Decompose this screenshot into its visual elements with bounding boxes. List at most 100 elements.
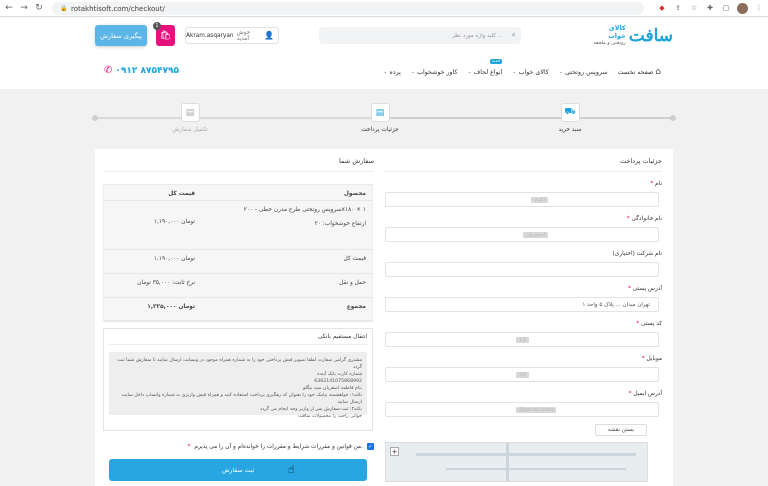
username: Akram.asqaryan bbox=[186, 32, 234, 39]
back-icon[interactable]: ← bbox=[3, 2, 15, 14]
menu-kebab-icon[interactable]: ⋮ bbox=[754, 3, 764, 13]
search-placeholder: کلید واژه مورد نظر ... bbox=[452, 32, 503, 39]
first-name-field[interactable]: اکرم bbox=[385, 192, 659, 207]
menu-item-sleep-goods[interactable]: ⌄ کالای خواب bbox=[512, 67, 548, 77]
menu-item-mattress-cover[interactable]: ⌄ کاور خوشخواب bbox=[411, 67, 458, 77]
column-header: محصول bbox=[343, 191, 366, 197]
step-cart[interactable]: ⛟ سبد خرید bbox=[540, 103, 600, 133]
company-label: نام شرکت (اختیاری) bbox=[612, 251, 662, 257]
logo-mark: سافت bbox=[628, 26, 673, 46]
required-marker: * bbox=[187, 443, 191, 450]
table-row: ۱,۱۹۰,۰۰۰ تومان قیمت کل bbox=[104, 250, 372, 274]
step-label: سبد خرید bbox=[558, 127, 582, 133]
address-bar[interactable]: 🔒 rotakhtisoft.com/checkout/ bbox=[52, 2, 644, 15]
product-price: ۱,۱۹۰,۰۰۰ تومان bbox=[153, 219, 195, 225]
field-value: 35 bbox=[516, 371, 529, 378]
site-header: پیگیری سفارش 🛍 1 Akram.asqaryan خوش آمدی… bbox=[0, 17, 768, 89]
zoom-in-button[interactable]: + bbox=[390, 447, 399, 456]
site-logo[interactable]: کالای خواب روتختی و ملحفه سافت bbox=[591, 24, 673, 47]
billing-details: جزئیات پرداخت * نام اکرم * نام خانوادگی … bbox=[385, 157, 662, 482]
shipping-value: نرخ ثابت: ۳۵,۰۰۰ تومان bbox=[137, 280, 195, 286]
field-value: 13 bbox=[516, 336, 529, 343]
profile-avatar[interactable] bbox=[737, 3, 748, 14]
bank-text: نکته۲: ثبت سفارش پس از واریز وجه انجام م… bbox=[260, 407, 362, 412]
user-account-box[interactable]: Akram.asqaryan خوش آمدید 👤 bbox=[185, 27, 279, 44]
last-name-label: * نام خانوادگی bbox=[626, 216, 662, 222]
checkout-panel: سفارش شما قیمت کل محصول ۱,۱۹۰,۰۰۰ تومان … bbox=[95, 149, 673, 486]
billing-title: جزئیات پرداخت bbox=[385, 157, 662, 172]
menu-label: کالای خواب bbox=[518, 68, 549, 76]
menu-item-quilts[interactable]: ⌄ انواع لحاف جدید bbox=[467, 59, 503, 77]
cart-bag-icon: 🛍 bbox=[159, 30, 172, 41]
total-value: ۱,۲۲۵,۰۰۰ تومان bbox=[147, 304, 195, 310]
menu-item-curtain[interactable]: ⌄ پرده bbox=[383, 67, 401, 77]
address-field[interactable]: تهران میدان ... پلاک ۵ واحد ۱ bbox=[385, 297, 659, 312]
search-input[interactable]: کلید واژه مورد نظر ... ⌕ bbox=[319, 27, 521, 44]
postcode-field[interactable]: 13 bbox=[385, 332, 659, 347]
close-map-button[interactable]: بستن نقشه bbox=[595, 424, 647, 436]
bank-text: خوانی راحت را محصولات سافت bbox=[298, 414, 362, 419]
bank-text: نکته۱: خواهشمند پیامک خود را بعنوان کد ر… bbox=[121, 393, 362, 405]
new-badge: جدید bbox=[489, 59, 503, 64]
chevron-down-icon: ⌄ bbox=[383, 69, 388, 75]
product-attribute: ارتفاع خوشخواب: ۲۰ bbox=[314, 221, 366, 227]
puzzle-icon[interactable]: ✚ bbox=[705, 3, 715, 13]
terms-row: * من قوانین و مقررات شرایط و مقررات را خ… bbox=[103, 443, 374, 450]
mobile-label: * موبایل bbox=[641, 356, 662, 362]
location-map[interactable]: + bbox=[385, 442, 648, 482]
chevron-down-icon: ⌄ bbox=[410, 69, 416, 75]
payment-method-box: انتقال مستقیم بانکی مشتری گرامی سفارت لط… bbox=[103, 328, 373, 431]
shipping-label: حمل و نقل bbox=[339, 280, 366, 286]
receipt-icon: ▤ bbox=[180, 103, 200, 122]
search-icon[interactable]: ⌕ bbox=[512, 30, 516, 40]
bank-text: مشتری گرامی سفارت لطفا تصویر فیش پرداختی… bbox=[117, 358, 362, 370]
email-field[interactable]: @gmail.com bbox=[385, 402, 659, 417]
steps-track-active bbox=[380, 117, 674, 119]
menu-item-bedding[interactable]: ⌄ سرویس روتختی bbox=[559, 67, 608, 77]
product-name: سرویس روتختی طرح مدرن خطی - ۲۰۰x۱۸۰ bbox=[243, 207, 355, 213]
reload-icon[interactable]: ↻ bbox=[33, 2, 45, 14]
bank-text: بنام فاطمه اصغریان سید بیگلو bbox=[302, 386, 362, 391]
phone-icon: ✆ bbox=[104, 65, 113, 76]
total-label: مجموع bbox=[346, 304, 366, 310]
table-header: قیمت کل محصول bbox=[104, 185, 372, 201]
mobile-field[interactable]: 35 bbox=[385, 367, 659, 382]
bookmark-star-icon[interactable]: ☆ bbox=[689, 3, 699, 13]
menu-label: کاور خوشخواب bbox=[417, 68, 458, 76]
step-label: تکمیل سفارش bbox=[172, 127, 208, 133]
sidebar-icon[interactable]: ▢ bbox=[721, 3, 731, 13]
step-complete-order: ▤ تکمیل سفارش bbox=[160, 103, 220, 133]
user-icon: 👤 bbox=[264, 31, 274, 40]
payment-method-description: مشتری گرامی سفارت لطفا تصویر فیش پرداختی… bbox=[109, 352, 367, 419]
terms-checkbox[interactable]: ✓ bbox=[367, 443, 374, 450]
email-label: * آدرس ایمیل bbox=[628, 391, 662, 397]
company-field[interactable] bbox=[385, 262, 659, 277]
first-name-label: * نام bbox=[650, 181, 662, 187]
last-name-field[interactable]: اصغریان bbox=[385, 227, 659, 242]
chevron-down-icon: ⌄ bbox=[558, 69, 564, 75]
browser-toolbar: ← → ↻ 🔒 rotakhtisoft.com/checkout/ ◆ ⇪ ☆… bbox=[0, 0, 768, 17]
order-title: سفارش شما bbox=[103, 157, 374, 172]
step-dot bbox=[92, 115, 98, 121]
menu-item-home[interactable]: صفحه نخست ⌂ bbox=[618, 67, 661, 77]
share-icon[interactable]: ⇪ bbox=[673, 3, 683, 13]
terms-label[interactable]: من قوانین و مقررات شرایط و مقررات را خوا… bbox=[194, 444, 363, 450]
field-value: اکرم bbox=[531, 196, 548, 203]
payment-method-title[interactable]: انتقال مستقیم بانکی bbox=[109, 334, 367, 345]
postcode-label: * کد پستی bbox=[636, 321, 662, 327]
checkout-steps: ▤ تکمیل سفارش ▤ جزئیات پرداخت ⛟ سبد خرید bbox=[90, 103, 678, 139]
extension-icon[interactable]: ◆ bbox=[657, 3, 667, 13]
field-value: اصغریان bbox=[522, 231, 548, 238]
order-summary: سفارش شما قیمت کل محصول ۱,۱۹۰,۰۰۰ تومان … bbox=[103, 157, 374, 481]
phone-number[interactable]: ✆ ۰۹۱۲ ۸۷۵۴۷۹۵ bbox=[104, 65, 179, 76]
hand-cursor-icon: ☝ bbox=[288, 463, 295, 476]
order-tracking-button[interactable]: پیگیری سفارش bbox=[95, 25, 147, 46]
forward-icon[interactable]: → bbox=[18, 2, 30, 14]
main-menu: ✆ ۰۹۱۲ ۸۷۵۴۷۹۵ ⌄ پرده ⌄ کاور خوشخواب ⌄ ا… bbox=[0, 59, 768, 81]
cart-button[interactable]: 🛍 1 bbox=[153, 22, 175, 46]
document-icon: ▤ bbox=[370, 103, 390, 122]
browser-extensions: ◆ ⇪ ☆ ✚ ▢ ⋮ bbox=[657, 3, 764, 14]
url-text: rotakhtisoft.com/checkout/ bbox=[71, 4, 165, 13]
basket-icon: ⛟ bbox=[560, 103, 580, 122]
place-order-button[interactable]: ثبت سفارش bbox=[109, 459, 367, 481]
